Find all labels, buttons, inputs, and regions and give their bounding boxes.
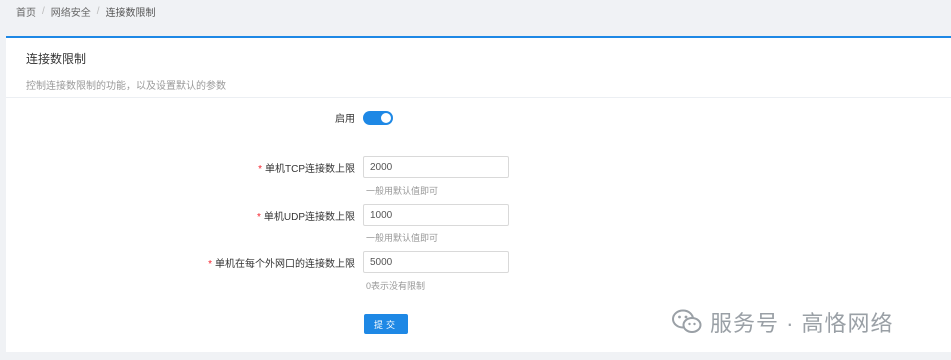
wechat-icon	[672, 309, 702, 333]
tcp-limit-row: * 单机TCP连接数上限	[6, 156, 509, 178]
toggle-knob	[381, 112, 391, 123]
breadcrumb-home[interactable]: 首页	[16, 4, 36, 19]
required-mark: *	[256, 211, 261, 223]
tcp-limit-label-text: 单机TCP连接数上限	[265, 163, 355, 175]
ext-port-limit-label: * 单机在每个外网口的连接数上限	[6, 255, 363, 270]
breadcrumb: 首页 / 网络安全 / 连接数限制	[16, 4, 156, 19]
udp-limit-input[interactable]	[363, 204, 509, 226]
tcp-limit-hint: 一般用默认值即可	[366, 186, 439, 196]
enable-toggle[interactable]	[363, 110, 393, 125]
udp-limit-row: * 单机UDP连接数上限	[6, 204, 509, 226]
page-title: 连接数限制	[26, 52, 87, 66]
enable-row: 启用	[6, 110, 393, 125]
ext-port-limit-row: * 单机在每个外网口的连接数上限	[6, 251, 509, 273]
ext-port-limit-hint: 0表示没有限制	[366, 281, 426, 291]
udp-limit-hint: 一般用默认值即可	[366, 233, 439, 243]
required-mark: *	[208, 258, 212, 270]
tcp-limit-label: * 单机TCP连接数上限	[6, 160, 363, 175]
ext-port-limit-input[interactable]	[363, 251, 509, 273]
tcp-limit-input[interactable]	[363, 156, 509, 178]
required-mark: *	[258, 163, 262, 175]
panel-header: 连接数限制 控制连接数限制的功能，以及设置默认的参数	[6, 38, 951, 98]
breadcrumb-separator: /	[96, 6, 100, 17]
udp-limit-label: * 单机UDP连接数上限	[6, 208, 363, 223]
ext-port-limit-label-text: 单机在每个外网口的连接数上限	[215, 258, 355, 270]
udp-limit-label-text: 单机UDP连接数上限	[263, 211, 355, 223]
watermark-text: 服务号 · 高恪网络	[710, 311, 894, 336]
enable-label: 启用	[335, 114, 355, 125]
breadcrumb-current: 连接数限制	[105, 8, 156, 19]
breadcrumb-network-security[interactable]: 网络安全	[51, 4, 91, 19]
submit-button[interactable]: 提交	[364, 314, 408, 334]
connection-limit-panel: 连接数限制 控制连接数限制的功能，以及设置默认的参数 启用 * 单机TCP连接数上…	[6, 36, 951, 352]
watermark: 服务号 · 高恪网络	[672, 306, 894, 338]
breadcrumb-separator: /	[42, 6, 45, 17]
page-description: 控制连接数限制的功能，以及设置默认的参数	[26, 81, 226, 92]
